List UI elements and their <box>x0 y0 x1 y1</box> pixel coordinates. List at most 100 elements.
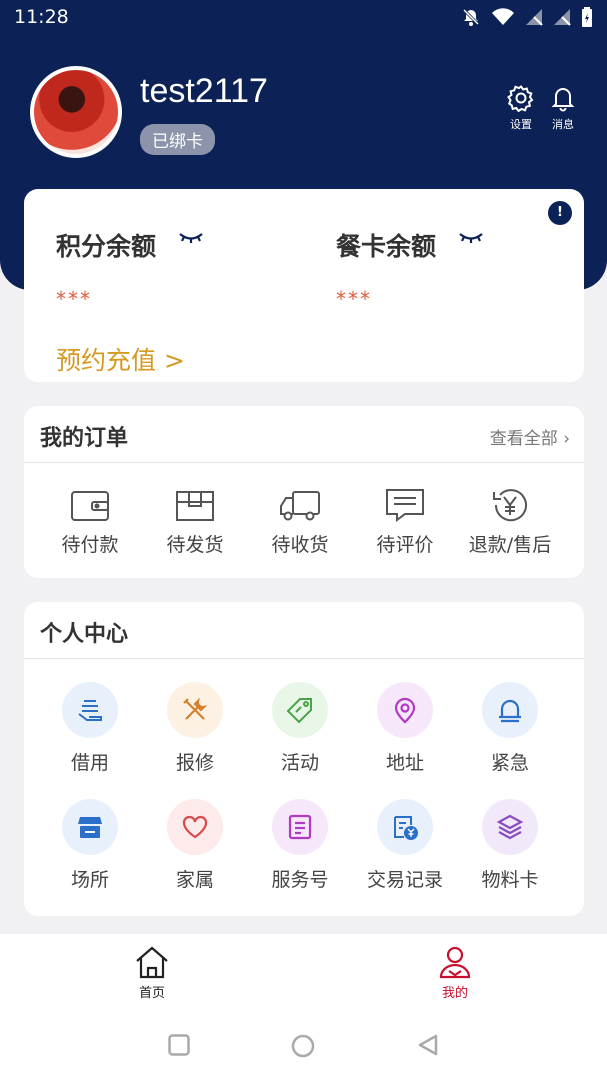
status-icons <box>461 7 593 27</box>
bell-off-icon <box>462 8 480 26</box>
status-time: 11:28 <box>14 6 69 28</box>
avatar[interactable] <box>30 66 122 158</box>
icon-circle <box>167 682 223 738</box>
signal-off-icon <box>526 9 543 26</box>
location-pin-icon <box>394 697 416 724</box>
icon-circle <box>167 799 223 855</box>
recent-apps-button[interactable] <box>168 1034 190 1056</box>
chevron-right-icon: > <box>163 346 185 375</box>
bottom-nav: 首页 我的 <box>0 934 607 1080</box>
order-refund-aftersales[interactable]: 退款/售后 <box>460 484 560 557</box>
chevron-right-icon: › <box>563 429 570 449</box>
recharge-label: 预约充值 <box>56 346 157 375</box>
pc-item-material-card[interactable]: 物料卡 <box>460 799 560 892</box>
icon-circle <box>482 799 538 855</box>
pc-item-transaction-record[interactable]: 交易记录 <box>355 799 455 892</box>
order-label: 待收货 <box>271 534 329 556</box>
pc-item-service-account[interactable]: 服务号 <box>250 799 350 892</box>
pc-item-venue[interactable]: 场所 <box>40 799 140 892</box>
pc-label: 地址 <box>385 752 424 774</box>
repair-tools-icon <box>183 697 208 720</box>
info-icon[interactable]: ! <box>548 201 572 225</box>
service-doc-icon <box>288 814 312 840</box>
gear-icon <box>507 85 534 112</box>
order-pending-payment[interactable]: 待付款 <box>40 484 140 557</box>
icon-circle <box>272 682 328 738</box>
order-label: 待发货 <box>166 534 224 556</box>
avatar-image <box>34 70 118 154</box>
card-status-badge: 已绑卡 <box>140 124 215 155</box>
signal-off-icon <box>554 9 571 26</box>
nav-mine[interactable]: 我的 <box>415 944 495 1001</box>
view-all-label: 查看全部 <box>489 429 558 449</box>
tag-icon <box>286 698 312 724</box>
pc-label: 家属 <box>175 869 214 891</box>
layers-icon <box>496 814 524 840</box>
package-icon <box>176 491 214 521</box>
order-label: 待评价 <box>376 534 434 556</box>
battery-icon <box>582 7 592 27</box>
pc-item-family[interactable]: 家属 <box>145 799 245 892</box>
order-label: 待付款 <box>61 534 119 556</box>
wallet-icon <box>71 491 109 521</box>
order-pending-review[interactable]: 待评价 <box>355 484 455 557</box>
pc-label: 服务号 <box>271 869 329 891</box>
borrow-icon <box>78 700 102 721</box>
divider <box>24 462 584 463</box>
meal-card-balance-label: 餐卡余额 <box>336 232 437 261</box>
points-balance-label: 积分余额 <box>56 232 157 261</box>
home-icon <box>136 946 168 979</box>
comment-icon <box>386 489 424 522</box>
icon-circle <box>377 799 433 855</box>
back-system-button[interactable] <box>417 1034 439 1056</box>
divider <box>24 658 584 659</box>
pc-label: 物料卡 <box>481 869 539 891</box>
eye-closed-icon[interactable] <box>178 231 204 245</box>
username: test2117 <box>140 72 268 110</box>
home-system-button[interactable] <box>291 1034 315 1058</box>
pc-label: 活动 <box>280 752 319 774</box>
bell-icon <box>551 88 575 112</box>
order-pending-receipt[interactable]: 待收货 <box>250 484 350 557</box>
recharge-link[interactable]: 预约充值 > <box>56 341 185 377</box>
icon-circle <box>377 682 433 738</box>
eye-closed-icon[interactable] <box>458 231 484 245</box>
pc-label: 报修 <box>175 752 214 774</box>
meal-card-balance-value: *** <box>336 287 372 311</box>
settings-label: 设置 <box>510 118 532 131</box>
order-label: 退款/售后 <box>468 534 552 556</box>
status-bar: 11:28 <box>0 0 607 36</box>
messages-label: 消息 <box>552 118 574 131</box>
pc-item-address[interactable]: 地址 <box>355 682 455 775</box>
truck-icon <box>280 491 320 521</box>
pc-item-borrow[interactable]: 借用 <box>40 682 140 775</box>
icon-circle <box>62 682 118 738</box>
nav-label: 首页 <box>138 986 165 1001</box>
pc-label: 借用 <box>70 752 109 774</box>
refund-yen-icon <box>493 489 527 522</box>
icon-circle <box>62 799 118 855</box>
personal-center-section: 个人中心 借用 报修 活动 地址 紧急 场所 家属 服务号 交易记录 物料卡 <box>24 602 584 916</box>
nav-label: 我的 <box>441 986 468 1001</box>
wifi-icon <box>492 8 514 25</box>
pc-label: 交易记录 <box>366 869 443 891</box>
orders-section: 我的订单 查看全部 › 待付款 待发货 待收货 待评价 退款/售后 <box>24 406 584 578</box>
nav-home[interactable]: 首页 <box>112 944 192 1001</box>
user-icon <box>439 946 471 979</box>
pc-item-repair[interactable]: 报修 <box>145 682 245 775</box>
orders-title: 我的订单 <box>40 426 129 451</box>
view-all-orders-link[interactable]: 查看全部 › <box>490 424 570 449</box>
points-balance-value: *** <box>56 287 92 311</box>
pc-label: 紧急 <box>490 752 529 774</box>
messages-button[interactable]: 消息 <box>543 84 583 132</box>
personal-center-title: 个人中心 <box>40 622 129 647</box>
heart-icon <box>182 815 208 839</box>
alarm-icon <box>499 699 521 723</box>
balance-card: ! 积分余额 *** 餐卡余额 *** 预约充值 > <box>24 189 584 382</box>
pc-item-emergency[interactable]: 紧急 <box>460 682 560 775</box>
pc-label: 场所 <box>70 869 109 891</box>
icon-circle <box>272 799 328 855</box>
order-pending-shipment[interactable]: 待发货 <box>145 484 245 557</box>
settings-button[interactable]: 设置 <box>501 84 541 132</box>
pc-item-activity[interactable]: 活动 <box>250 682 350 775</box>
